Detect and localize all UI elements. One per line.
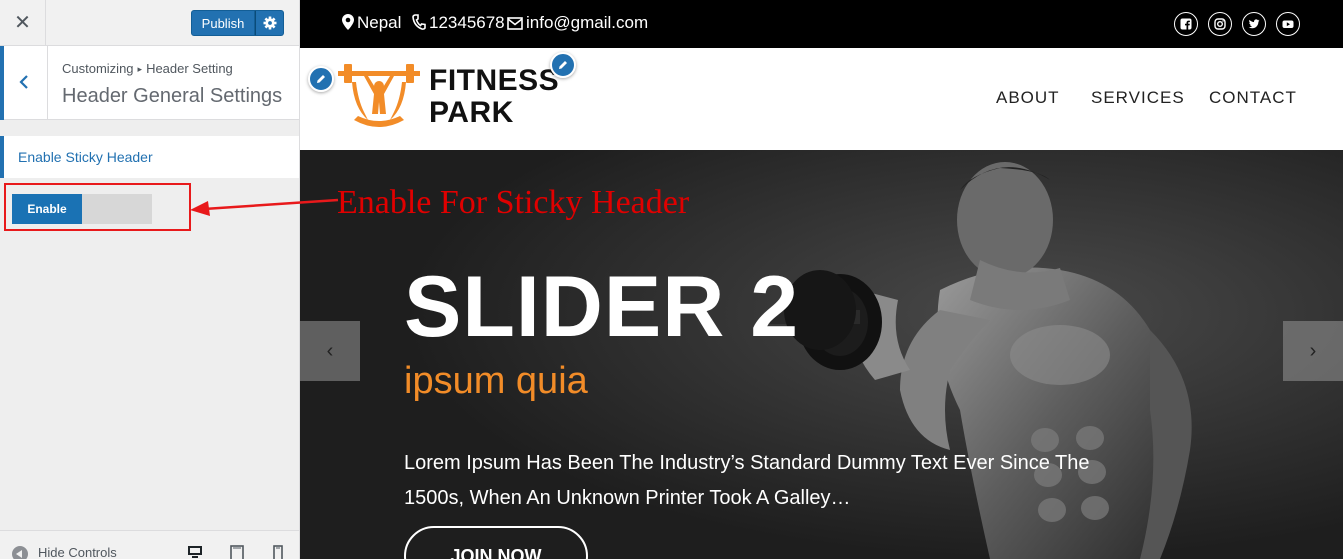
tablet-preview-icon[interactable] bbox=[230, 545, 244, 559]
publish-settings-button[interactable] bbox=[255, 10, 284, 36]
publish-button[interactable]: Publish bbox=[191, 10, 255, 36]
logo-line-2: PARK bbox=[429, 96, 514, 129]
hide-controls-label: Hide Controls bbox=[38, 545, 117, 559]
envelope-icon bbox=[507, 17, 523, 30]
email-text: info@gmail.com bbox=[526, 13, 649, 32]
breadcrumb-root: Customizing bbox=[62, 61, 134, 76]
hide-controls-button[interactable]: Hide Controls bbox=[12, 545, 117, 559]
customizer-footer: Hide Controls bbox=[0, 530, 299, 559]
location-text: Nepal bbox=[357, 13, 402, 32]
collapse-icon bbox=[12, 545, 28, 559]
desktop-preview-icon[interactable] bbox=[187, 545, 203, 559]
site-logo-text[interactable]: FITNESS PARK bbox=[429, 65, 559, 129]
annotation-text: Enable For Sticky Header bbox=[337, 184, 690, 221]
slider-prev-button[interactable]: ‹ bbox=[300, 321, 360, 381]
breadcrumb-separator-icon: ▸ bbox=[137, 64, 143, 74]
breadcrumb-section: Header Setting bbox=[146, 61, 233, 76]
edit-title-pencil-icon[interactable] bbox=[550, 52, 576, 78]
customizer-header: ✕ Publish bbox=[0, 0, 299, 46]
nav-contact[interactable]: CONTACT bbox=[1209, 88, 1297, 108]
phone-text: 12345678 bbox=[429, 13, 505, 32]
instagram-icon[interactable] bbox=[1208, 12, 1232, 36]
sticky-header-control: Enable Sticky Header bbox=[0, 136, 299, 178]
nav-about[interactable]: ABOUT bbox=[996, 88, 1060, 108]
topbar-location: Nepal bbox=[342, 13, 401, 33]
edit-logo-pencil-icon[interactable] bbox=[308, 66, 334, 92]
dumbbell-logo-icon bbox=[338, 64, 420, 127]
youtube-icon[interactable] bbox=[1276, 12, 1300, 36]
close-icon[interactable]: ✕ bbox=[0, 0, 46, 46]
topbar-phone: 12345678 bbox=[412, 13, 505, 33]
chevron-left-icon bbox=[19, 75, 28, 89]
back-button[interactable] bbox=[0, 46, 48, 120]
section-header: Customizing ▸ Header Setting Header Genera… bbox=[0, 46, 299, 120]
twitter-icon[interactable] bbox=[1242, 12, 1266, 36]
map-marker-icon bbox=[342, 14, 354, 30]
topbar-email: info@gmail.com bbox=[507, 13, 648, 33]
slider-next-button[interactable]: › bbox=[1283, 321, 1343, 381]
site-preview: Nepal 12345678 info@gmail.com FITNESS PA… bbox=[300, 0, 1343, 559]
site-header: FITNESS PARK ABOUT SERVICES CONTACT bbox=[300, 48, 1343, 150]
control-label: Enable Sticky Header bbox=[18, 149, 153, 165]
annotation-arrow-icon bbox=[190, 198, 339, 216]
join-now-button[interactable]: JOIN NOW bbox=[404, 526, 588, 559]
customizer-panel: ✕ Publish Customizing ▸ Header Setting H… bbox=[0, 0, 300, 559]
gear-icon bbox=[263, 16, 277, 30]
facebook-icon[interactable] bbox=[1174, 12, 1198, 36]
section-title: Header General Settings bbox=[62, 85, 283, 107]
slide-subtitle: ipsum quia bbox=[404, 360, 588, 402]
phone-icon bbox=[412, 14, 426, 30]
slide-description: Lorem Ipsum Has Been The Industry’s Stan… bbox=[404, 452, 1090, 509]
mobile-preview-icon[interactable] bbox=[273, 545, 283, 559]
nav-services[interactable]: SERVICES bbox=[1091, 88, 1185, 108]
breadcrumb: Customizing ▸ Header Setting bbox=[62, 61, 233, 76]
site-topbar: Nepal 12345678 info@gmail.com bbox=[300, 0, 1343, 48]
logo-line-1: FITNESS bbox=[429, 64, 560, 97]
slide-title: SLIDER 2 bbox=[404, 259, 800, 355]
annotation-highlight-box bbox=[4, 183, 191, 231]
